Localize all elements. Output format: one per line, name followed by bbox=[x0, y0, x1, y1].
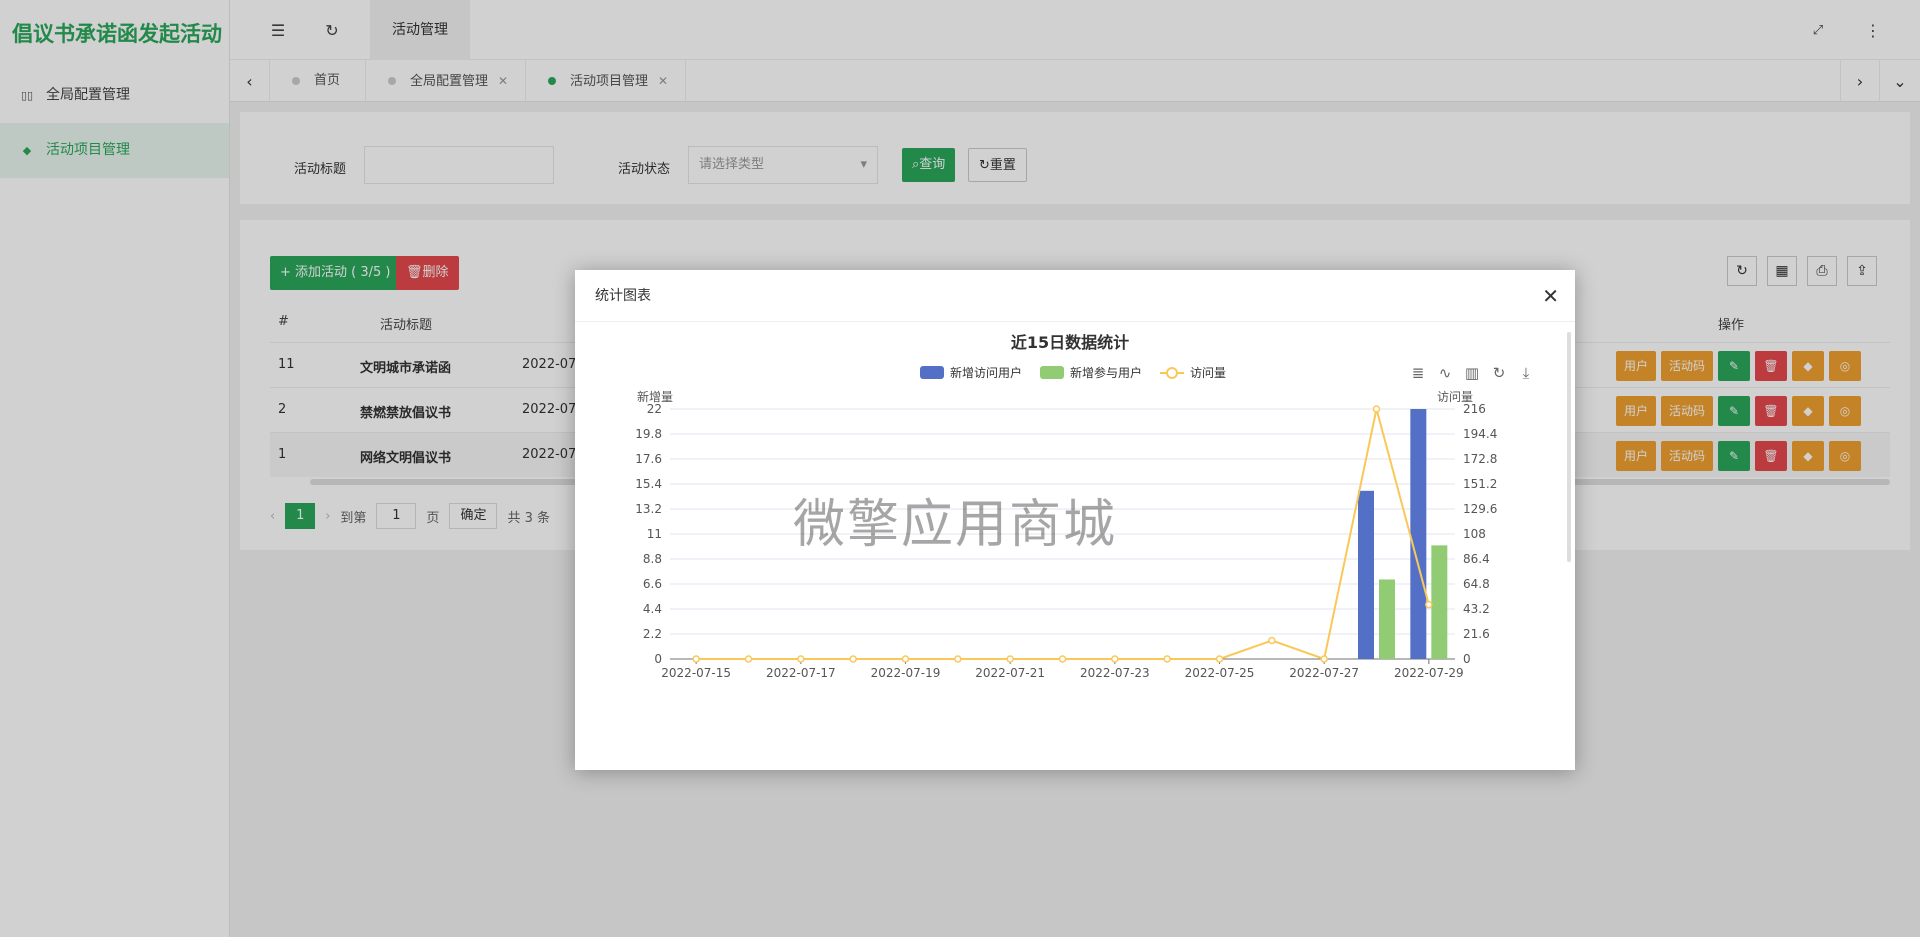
legend-swatch bbox=[920, 366, 944, 379]
line-point bbox=[1268, 636, 1276, 645]
x-tick-label: 2022-07-23 bbox=[1080, 666, 1150, 680]
y2-tick-label: 108 bbox=[1463, 527, 1486, 541]
line-point bbox=[849, 655, 857, 663]
legend-entry: 访问量 bbox=[1190, 366, 1226, 380]
line-point bbox=[1425, 600, 1433, 609]
y2-tick-label: 86.4 bbox=[1463, 552, 1490, 566]
line-point bbox=[1111, 655, 1119, 663]
modal-scrollbar[interactable] bbox=[1567, 332, 1571, 562]
y-tick-label: 22 bbox=[647, 402, 662, 416]
line-point bbox=[1215, 655, 1224, 663]
stats-chart: 近15日数据统计新增访问用户 新增参与用户 访问量 ≣ ∿ ▥ ↻ ⤓新增量 访问量0 02.2 2… bbox=[635, 333, 1530, 680]
chart-title: 近15日数据统计 bbox=[1011, 333, 1129, 352]
line-point bbox=[744, 655, 753, 663]
bar bbox=[1379, 579, 1395, 659]
y2-tick-label: 216 bbox=[1463, 402, 1486, 416]
y2-tick-label: 64.8 bbox=[1463, 577, 1490, 591]
y2-tick-label: 194.4 bbox=[1463, 427, 1497, 441]
y-tick-label: 11 bbox=[647, 527, 662, 541]
restore-icon: ↻ bbox=[1493, 364, 1506, 382]
x-tick-label: 2022-07-27 bbox=[1289, 666, 1359, 680]
legend-swatch bbox=[1040, 366, 1064, 379]
y2-tick-label: 129.6 bbox=[1463, 502, 1497, 516]
legend-entry: 新增访问用户 bbox=[950, 365, 1022, 380]
y2-tick-label: 43.2 bbox=[1463, 602, 1490, 616]
y-tick-label: 19.8 bbox=[635, 427, 662, 441]
x-tick-label: 2022-07-29 bbox=[1394, 666, 1464, 680]
y2-tick-label: 172.8 bbox=[1463, 452, 1497, 466]
line-switch-icon: ∿ bbox=[1439, 364, 1452, 382]
x-tick-label: 2022-07-19 bbox=[871, 666, 941, 680]
y-tick-label: 0 bbox=[654, 652, 662, 666]
save-image-icon: ⤓ bbox=[1523, 364, 1530, 382]
line-point bbox=[1163, 655, 1171, 663]
y2-tick-label: 21.6 bbox=[1463, 627, 1490, 641]
y-tick-label: 17.6 bbox=[635, 452, 662, 466]
y-tick-label: 15.4 bbox=[635, 477, 662, 491]
bar bbox=[1358, 490, 1374, 659]
line-point bbox=[1006, 655, 1014, 663]
x-tick-label: 2022-07-15 bbox=[661, 666, 731, 680]
chart-modal: 统计图表 ✕ 近15日数据统计 新增访问用户 新增参与用户 访问量 ≣ ∿ ▥ ↻ ⤓ 新增量 访问… bbox=[575, 270, 1575, 770]
bar bbox=[1410, 409, 1427, 659]
line-point bbox=[1372, 405, 1381, 413]
line-point bbox=[1320, 655, 1328, 663]
y2-tick-label: 0 bbox=[1463, 652, 1471, 666]
bar-switch-icon: ▥ bbox=[1465, 364, 1479, 382]
close-icon[interactable]: ✕ bbox=[1542, 270, 1559, 322]
modal-header: 统计图表 ✕ bbox=[575, 270, 1575, 322]
y-tick-label: 2.2 bbox=[643, 627, 662, 641]
modal-title: 统计图表 bbox=[595, 288, 651, 304]
y-tick-label: 13.2 bbox=[635, 502, 662, 516]
line-point bbox=[797, 655, 805, 663]
data-view-icon: ≣ bbox=[1412, 364, 1425, 382]
modal-body: 近15日数据统计 新增访问用户 新增参与用户 访问量 ≣ ∿ ▥ ↻ ⤓ 新增量 访问量 0 0 2.2 2… bbox=[575, 322, 1575, 770]
x-tick-label: 2022-07-25 bbox=[1185, 666, 1255, 680]
legend-entry: 新增参与用户 bbox=[1070, 365, 1142, 380]
x-tick-label: 2022-07-21 bbox=[975, 666, 1045, 680]
bar bbox=[1431, 545, 1448, 659]
x-tick-label: 2022-07-17 bbox=[766, 666, 836, 680]
legend-swatch bbox=[1166, 367, 1178, 379]
y2-tick-label: 151.2 bbox=[1463, 477, 1497, 491]
line-point bbox=[1058, 655, 1067, 663]
line-point bbox=[692, 655, 700, 663]
line-point bbox=[954, 655, 962, 663]
y-tick-label: 8.8 bbox=[643, 552, 662, 566]
y-tick-label: 4.4 bbox=[643, 602, 662, 616]
y-tick-label: 6.6 bbox=[643, 577, 662, 591]
line-point bbox=[901, 655, 910, 663]
